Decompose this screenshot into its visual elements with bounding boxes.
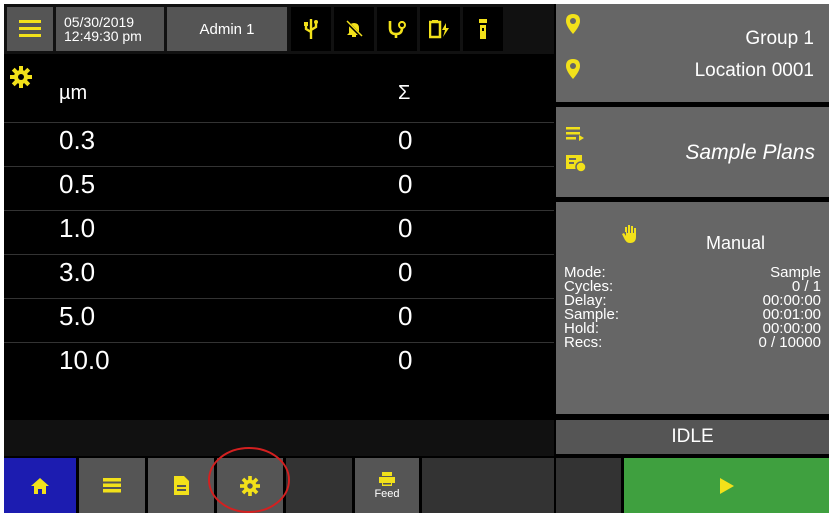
table-row: 1.0 0 bbox=[4, 210, 554, 251]
play-icon bbox=[719, 477, 734, 494]
date-time-display: 05/30/2019 12:49:30 pm bbox=[56, 7, 164, 51]
sample-plans-panel[interactable]: Sample Plans bbox=[556, 107, 829, 197]
particle-count: 0 bbox=[398, 169, 413, 199]
date-text: 05/30/2019 bbox=[64, 14, 135, 30]
particle-count: 0 bbox=[398, 125, 413, 155]
hand-icon bbox=[622, 225, 636, 243]
start-button[interactable] bbox=[624, 458, 829, 513]
particle-size: 10.0 bbox=[59, 345, 110, 375]
document-icon bbox=[173, 476, 189, 495]
sample-info-panel[interactable]: Manual Mode: Sample Cycles: 0 / 1 Delay:… bbox=[556, 202, 829, 414]
list-icon bbox=[566, 127, 584, 141]
feed-button[interactable]: Feed bbox=[355, 458, 419, 513]
alarm-status[interactable] bbox=[334, 7, 374, 51]
status-display: IDLE bbox=[556, 420, 829, 454]
list-icon bbox=[103, 478, 121, 493]
user-button[interactable]: Admin 1 bbox=[167, 7, 287, 51]
recs-value: 0 / 10000 bbox=[758, 334, 821, 351]
sample-plans-label: Sample Plans bbox=[685, 141, 815, 164]
location-panel[interactable]: Group 1 Location 0001 bbox=[556, 4, 829, 102]
empty-tab bbox=[556, 458, 621, 513]
instrument-screen: 05/30/2019 12:49:30 pm Admin 1 µm Σ 0.3 … bbox=[4, 4, 829, 513]
count-column-header: Σ bbox=[398, 82, 411, 104]
probe-icon bbox=[388, 21, 406, 38]
plan-badge-icon bbox=[566, 155, 586, 173]
alarm-off-icon bbox=[345, 20, 363, 38]
data-list-tab[interactable] bbox=[79, 458, 145, 513]
group-name: Group 1 bbox=[745, 28, 814, 49]
probe-status[interactable] bbox=[377, 7, 417, 51]
table-row: 0.3 0 bbox=[4, 122, 554, 163]
particle-count: 0 bbox=[398, 213, 413, 243]
particle-size: 1.0 bbox=[59, 213, 96, 243]
table-row: 5.0 0 bbox=[4, 298, 554, 339]
empty-tab bbox=[286, 458, 352, 513]
recs-label: Recs: bbox=[564, 334, 603, 351]
particle-size: 0.3 bbox=[59, 125, 96, 155]
usb-status[interactable] bbox=[291, 7, 331, 51]
particle-count: 0 bbox=[398, 257, 413, 287]
table-row: 0.5 0 bbox=[4, 166, 554, 207]
user-label: Admin 1 bbox=[199, 20, 255, 38]
printer-icon bbox=[379, 471, 395, 486]
table-row: 10.0 0 bbox=[4, 342, 554, 383]
home-icon bbox=[31, 477, 49, 494]
menu-button[interactable] bbox=[7, 7, 53, 51]
annotation-circle bbox=[208, 447, 290, 513]
mode-title: Manual bbox=[706, 233, 766, 253]
particle-count: 0 bbox=[398, 345, 413, 375]
home-tab[interactable] bbox=[4, 458, 76, 513]
time-text: 12:49:30 pm bbox=[64, 28, 142, 44]
location-pin-icon bbox=[566, 59, 580, 79]
hamburger-icon bbox=[19, 20, 41, 37]
group-pin-icon bbox=[566, 14, 580, 34]
size-column-header: µm bbox=[59, 82, 88, 104]
top-bar: 05/30/2019 12:49:30 pm Admin 1 bbox=[4, 4, 554, 54]
particle-size: 3.0 bbox=[59, 257, 96, 287]
location-name: Location 0001 bbox=[694, 60, 814, 81]
particle-size: 0.5 bbox=[59, 169, 96, 199]
status-text: IDLE bbox=[671, 426, 714, 447]
battery-charging-icon bbox=[429, 20, 449, 39]
particle-size: 5.0 bbox=[59, 301, 96, 331]
battery-status[interactable] bbox=[420, 7, 460, 51]
usb-icon bbox=[304, 19, 318, 39]
feed-label: Feed bbox=[374, 487, 400, 500]
flashlight-icon bbox=[479, 19, 487, 39]
empty-tab bbox=[422, 458, 554, 513]
particle-count: 0 bbox=[398, 301, 413, 331]
settings-gear-icon[interactable] bbox=[10, 66, 32, 88]
light-status[interactable] bbox=[463, 7, 503, 51]
table-row: 3.0 0 bbox=[4, 254, 554, 295]
